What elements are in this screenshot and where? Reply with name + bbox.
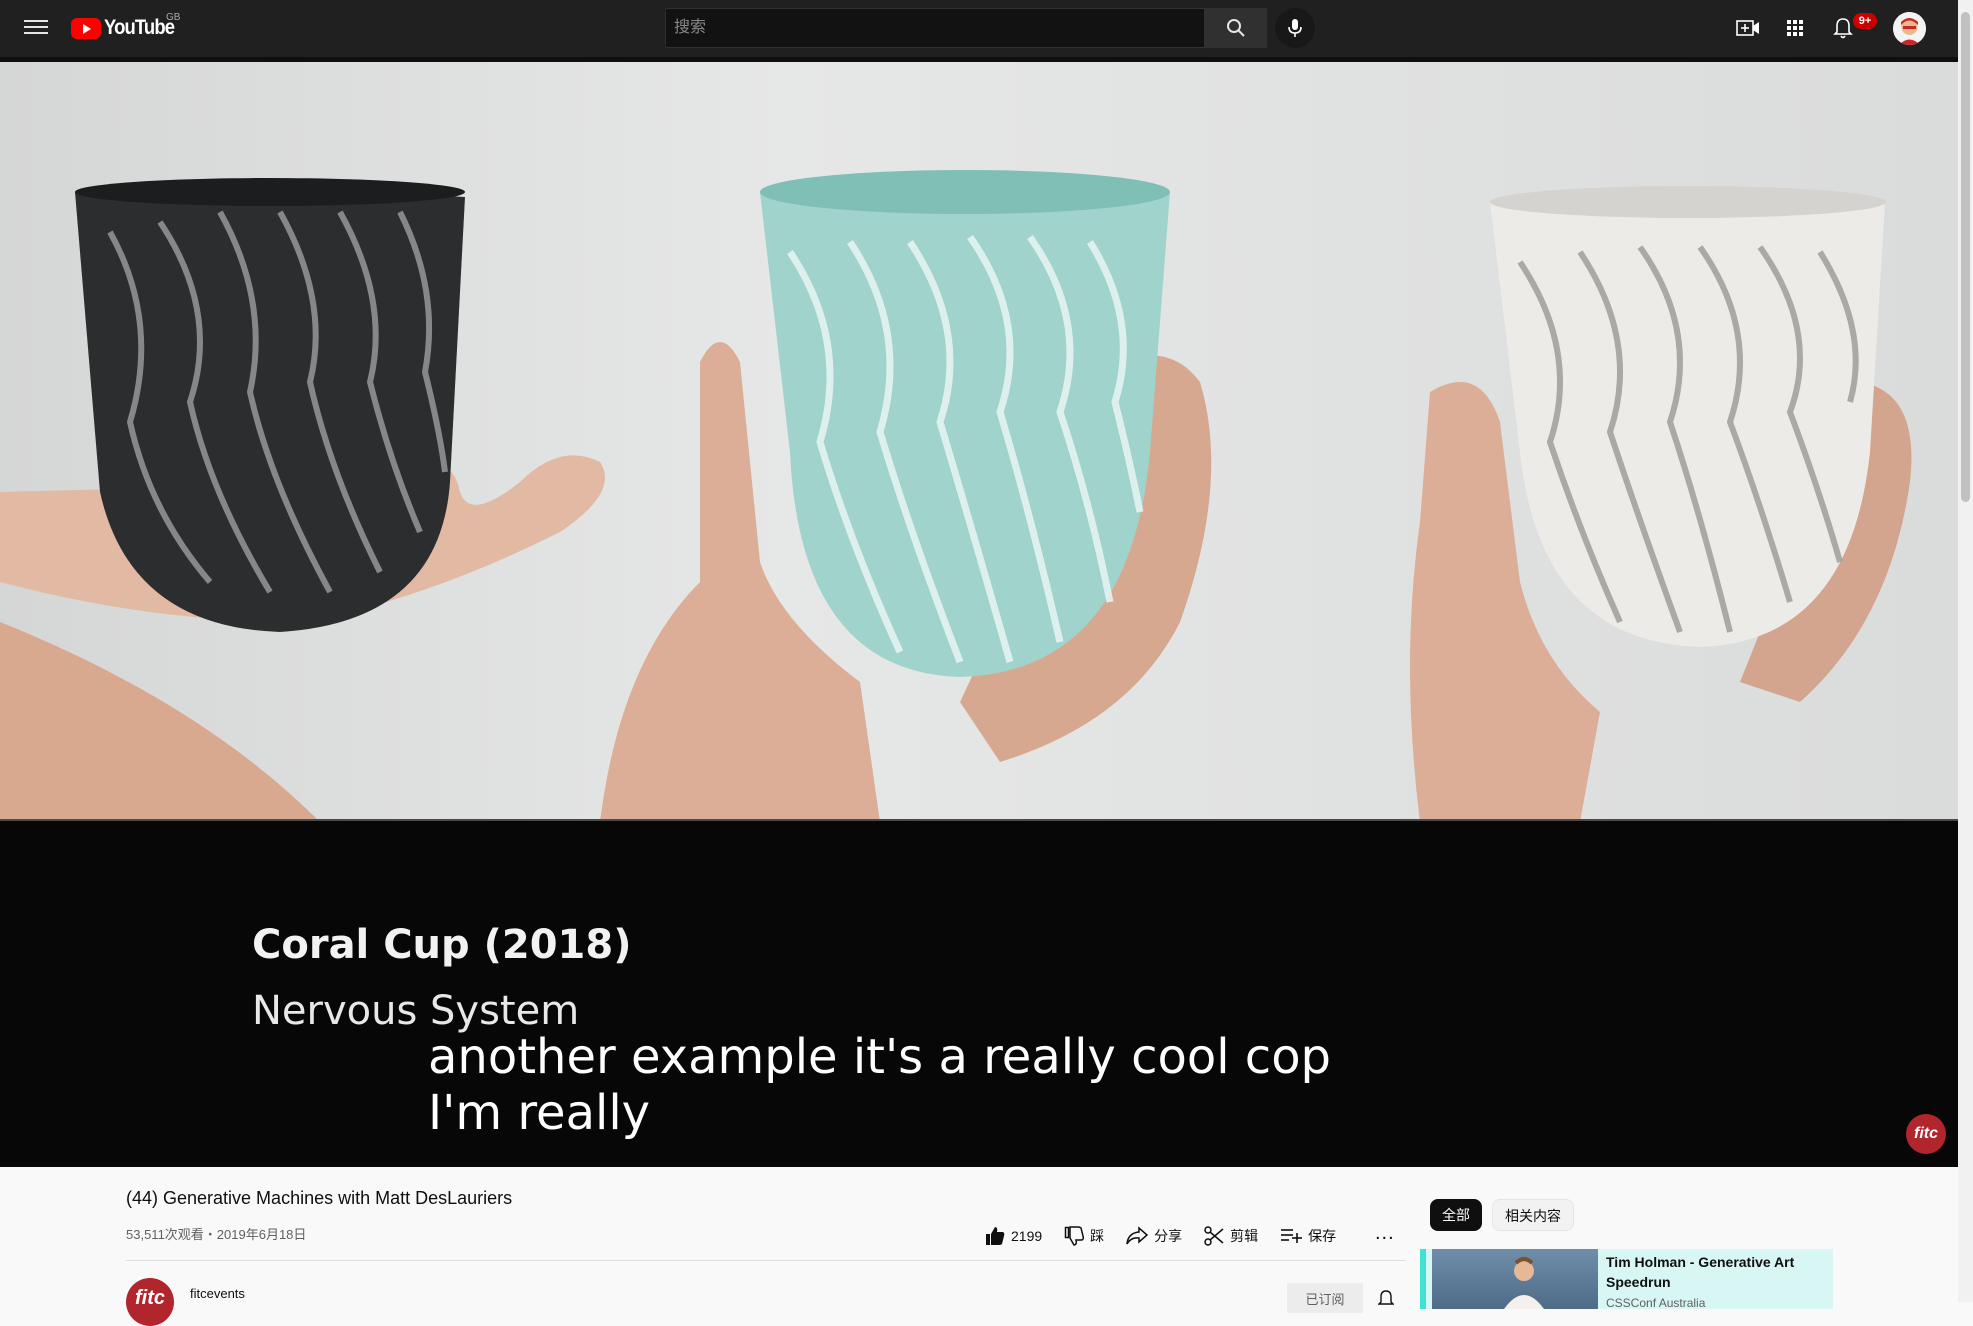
bell-icon (1833, 18, 1853, 39)
chip-all[interactable]: 全部 (1430, 1199, 1482, 1231)
caption-line-2: I'm really (428, 1085, 651, 1141)
thumbs-up-icon (986, 1227, 1005, 1245)
search-box (665, 8, 1205, 48)
logo-text: YouTube (104, 16, 175, 39)
create-video-icon (1736, 20, 1759, 36)
page-scrollbar[interactable] (1958, 0, 1973, 1302)
share-label: 分享 (1154, 1228, 1183, 1244)
scissors-icon (1204, 1226, 1224, 1246)
chip-related[interactable]: 相关内容 (1492, 1199, 1574, 1231)
channel-watermark[interactable]: fitc (1906, 1114, 1946, 1154)
avatar-icon (1893, 12, 1926, 45)
save-label: 保存 (1308, 1228, 1337, 1244)
recommendation-title[interactable]: Tim Holman - Generative Art Speedrun (1606, 1252, 1831, 1292)
like-count: 2199 (1011, 1228, 1043, 1244)
video-frame (0, 62, 1958, 822)
recommendation-highlight (1420, 1249, 1426, 1309)
search-button[interactable] (1204, 8, 1267, 48)
subscribed-button[interactable]: 已订阅 (1287, 1283, 1363, 1313)
video-overlay-title: Coral Cup (2018) (252, 922, 632, 968)
create-video-button[interactable] (1734, 14, 1762, 42)
info-divider (126, 1260, 1406, 1261)
playlist-add-icon (1281, 1229, 1303, 1243)
user-avatar[interactable] (1893, 12, 1926, 45)
clip-label: 剪辑 (1230, 1228, 1259, 1244)
video-actions: 2199 踩 分享 剪辑 保存 (985, 1220, 1358, 1252)
clip-button[interactable]: 剪辑 (1204, 1226, 1258, 1246)
subscription-bell-icon[interactable] (1378, 1290, 1394, 1306)
channel-name[interactable]: fitcevents (190, 1286, 245, 1301)
search-input[interactable] (666, 9, 1204, 47)
notification-badge: 9+ (1853, 13, 1877, 29)
save-button[interactable]: 保存 (1280, 1226, 1336, 1246)
region-label: GB (166, 12, 181, 23)
video-title: (44) Generative Machines with Matt DesLa… (126, 1188, 513, 1208)
caption-line-1: another example it's a really cool cop (428, 1029, 1332, 1085)
dislike-label: 踩 (1090, 1228, 1105, 1244)
scrollbar-thumb[interactable] (1961, 12, 1970, 502)
voice-search-button[interactable] (1275, 8, 1315, 48)
youtube-logo-icon (71, 17, 101, 39)
video-overlay-subtitle: Nervous System (252, 988, 580, 1034)
dislike-button[interactable]: 踩 (1064, 1226, 1104, 1246)
video-meta: 53,511次观看・2019年6月18日 (126, 1227, 307, 1242)
share-icon (1126, 1226, 1149, 1245)
apps-grid-icon (1787, 20, 1803, 36)
channel-avatar[interactable]: fitc (126, 1278, 174, 1326)
more-actions-button[interactable]: ... (1375, 1222, 1395, 1245)
recommendation-channel: CSSConf Australia (1606, 1296, 1706, 1310)
video-frame-image (0, 170, 1912, 822)
like-button[interactable]: 2199 (985, 1226, 1042, 1246)
search-icon (1226, 19, 1245, 37)
menu-icon[interactable] (22, 16, 50, 40)
thumbs-down-icon (1064, 1226, 1085, 1246)
recommendation-thumbnail-image (1504, 1257, 1544, 1309)
share-button[interactable]: 分享 (1126, 1226, 1182, 1246)
recommendation-thumbnail[interactable] (1432, 1249, 1598, 1309)
video-player[interactable]: Coral Cup (2018) Nervous System another … (0, 62, 1958, 1167)
top-bar: YouTube GB 9+ (0, 0, 1958, 57)
apps-button[interactable] (1781, 14, 1809, 42)
microphone-icon (1288, 19, 1302, 37)
frame-edge (0, 819, 1958, 821)
